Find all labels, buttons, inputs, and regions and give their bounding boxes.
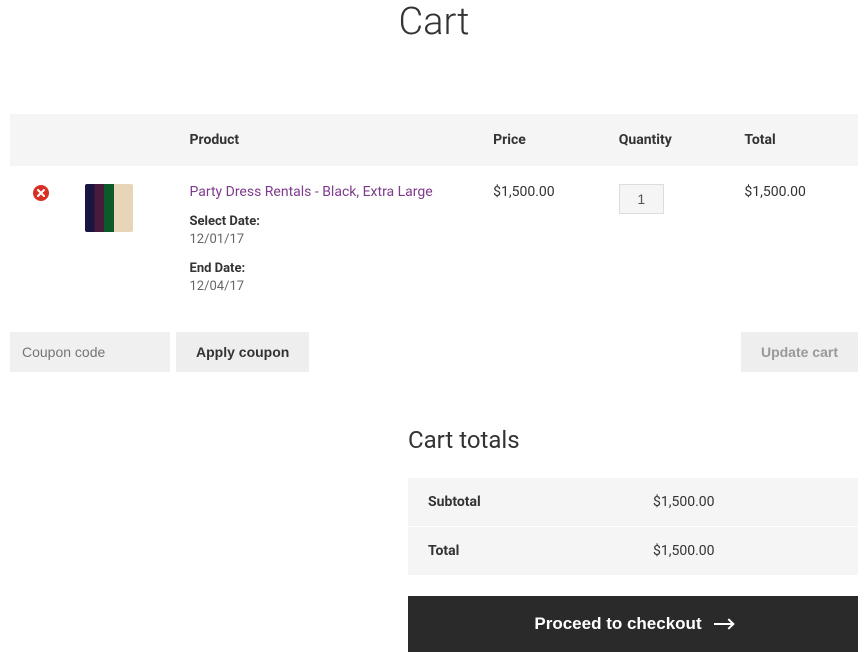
select-date-value: 12/01/17 xyxy=(190,232,470,247)
product-thumbnail[interactable] xyxy=(85,184,133,232)
col-product-header: Product xyxy=(178,114,482,166)
quantity-input[interactable] xyxy=(619,184,664,214)
total-value: $1,500.00 xyxy=(633,527,858,576)
end-date-label: End Date: xyxy=(190,261,470,276)
update-cart-button[interactable]: Update cart xyxy=(741,332,858,372)
col-price-header: Price xyxy=(481,114,607,166)
col-qty-header: Quantity xyxy=(607,114,733,166)
cart-totals: Cart totals Subtotal $1,500.00 Total $1,… xyxy=(408,426,858,652)
cart-table: Product Price Quantity Total Party Dress… xyxy=(10,114,858,376)
close-circle-icon xyxy=(32,184,50,202)
subtotal-label: Subtotal xyxy=(408,478,633,527)
coupon-input[interactable] xyxy=(10,332,170,372)
actions-row: Apply coupon Update cart xyxy=(10,312,858,376)
product-link[interactable]: Party Dress Rentals - Black, Extra Large xyxy=(190,184,433,200)
checkout-label: Proceed to checkout xyxy=(534,614,701,634)
item-price: $1,500.00 xyxy=(481,166,607,312)
subtotal-value: $1,500.00 xyxy=(633,478,858,527)
apply-coupon-button[interactable]: Apply coupon xyxy=(176,332,309,372)
remove-item-button[interactable] xyxy=(32,184,50,202)
proceed-to-checkout-button[interactable]: Proceed to checkout xyxy=(408,596,858,652)
select-date-label: Select Date: xyxy=(190,214,470,229)
end-date-value: 12/04/17 xyxy=(190,279,470,294)
total-row: Total $1,500.00 xyxy=(408,527,858,576)
total-label: Total xyxy=(408,527,633,576)
col-thumb-header xyxy=(73,114,178,166)
cart-totals-title: Cart totals xyxy=(408,426,858,454)
item-total: $1,500.00 xyxy=(732,166,858,312)
arrow-right-icon xyxy=(714,623,732,625)
coupon-form: Apply coupon xyxy=(10,332,309,372)
page-title: Cart xyxy=(10,0,858,44)
subtotal-row: Subtotal $1,500.00 xyxy=(408,478,858,527)
col-total-header: Total xyxy=(732,114,858,166)
cart-row: Party Dress Rentals - Black, Extra Large… xyxy=(10,166,858,312)
col-remove-header xyxy=(10,114,73,166)
totals-table: Subtotal $1,500.00 Total $1,500.00 xyxy=(408,478,858,576)
